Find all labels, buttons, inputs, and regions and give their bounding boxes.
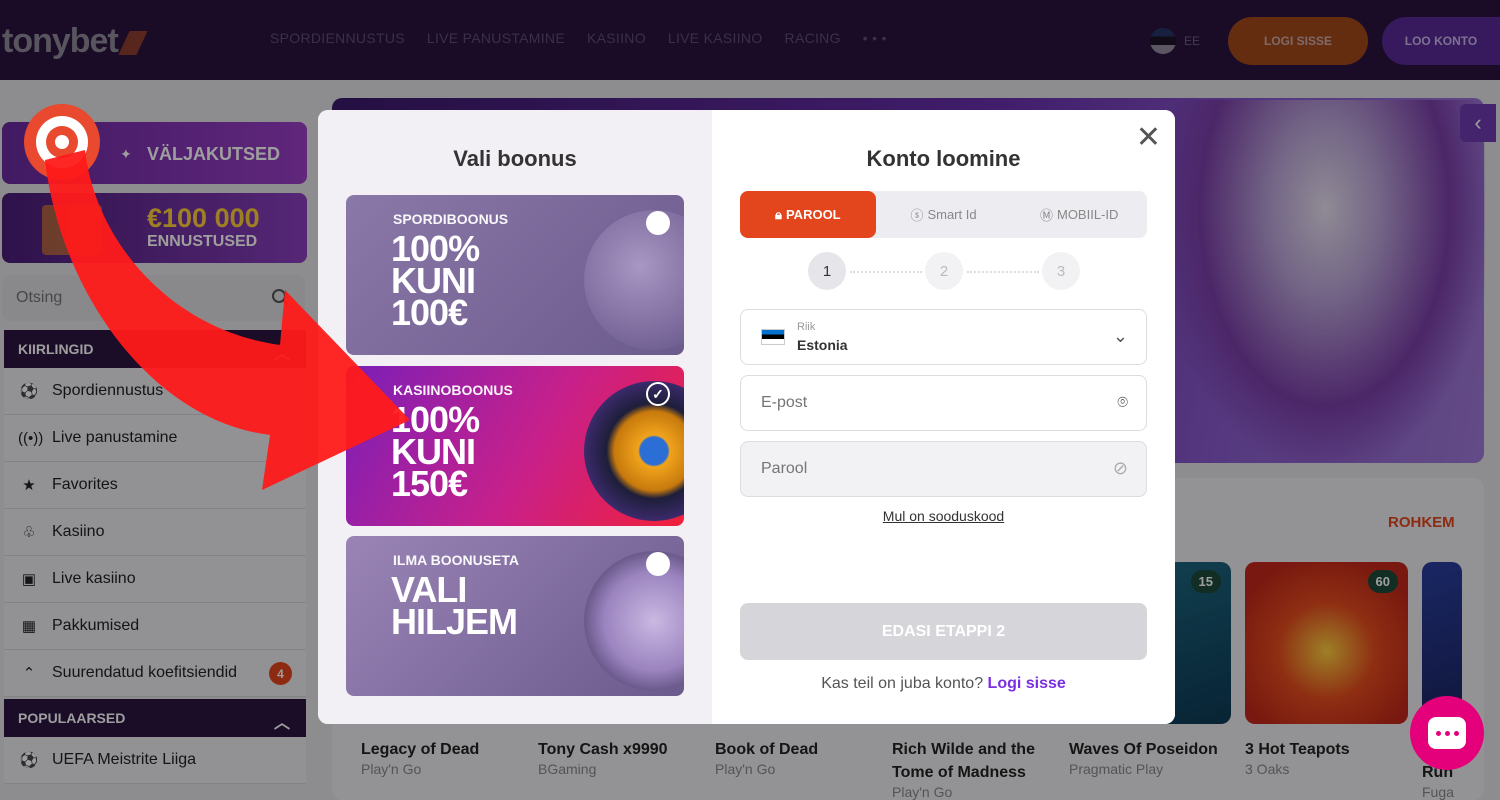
lock-icon: 🔒︎ <box>775 206 782 222</box>
estonia-flag-icon <box>761 329 785 345</box>
eye-off-icon[interactable]: ⊘ <box>1113 458 1128 479</box>
step-2: 2 <box>925 252 963 290</box>
tab-password[interactable]: 🔒︎ PAROOL <box>740 191 876 238</box>
mobile-id-icon: Ⓜ <box>1039 208 1053 223</box>
have-account-text: Kas teil on juba konto? Logi sisse <box>821 675 1066 692</box>
radio-unchecked-icon[interactable] <box>646 552 670 576</box>
country-select[interactable]: Riik Estonia ⌄ <box>740 309 1147 365</box>
step-3: 3 <box>1042 252 1080 290</box>
tab-mobile-id[interactable]: Ⓜ MOBIIL-ID <box>1011 191 1147 238</box>
email-input[interactable] <box>761 394 1081 412</box>
smart-id-icon: ⓢ <box>910 208 924 223</box>
login-link[interactable]: Logi sisse <box>988 675 1066 692</box>
account-form: ✕ Konto loomine 🔒︎ PAROOL ⓢ Smart Id Ⓜ MOBI… <box>712 110 1175 724</box>
radio-unchecked-icon[interactable] <box>646 211 670 235</box>
step-connector <box>967 271 1039 273</box>
step-indicator: 1 2 3 <box>808 252 1080 290</box>
bonus-picker: Vali boonus SPORDIBOONUS 100% KUNI 100€ … <box>318 110 712 724</box>
password-field: ⊘ <box>740 441 1147 497</box>
basketball-icon <box>584 210 684 350</box>
scan-contact-icon[interactable]: ⌾ <box>1117 392 1128 413</box>
cross-icon <box>584 551 684 691</box>
chat-button[interactable] <box>1410 696 1484 770</box>
bonus-card-casino[interactable]: KASIINOBOONUS 100% KUNI 150€ ✓ <box>346 366 684 526</box>
promo-code-link[interactable]: Mul on sooduskood <box>712 508 1175 524</box>
step-connector <box>850 271 922 273</box>
step-1: 1 <box>808 252 846 290</box>
bonus-card-sport[interactable]: SPORDIBOONUS 100% KUNI 100€ <box>346 195 684 355</box>
auth-method-tabs: 🔒︎ PAROOL ⓢ Smart Id Ⓜ MOBIIL-ID <box>740 191 1147 238</box>
password-input[interactable] <box>761 460 1081 478</box>
checkmark-icon[interactable]: ✓ <box>646 382 670 406</box>
tab-smart-id[interactable]: ⓢ Smart Id <box>876 191 1012 238</box>
chevron-down-icon: ⌄ <box>1112 326 1128 346</box>
form-title: Konto loomine <box>866 146 1021 171</box>
chat-icon <box>1428 717 1466 749</box>
roulette-icon <box>584 381 684 521</box>
next-step-button[interactable]: EDASI ETAPPI 2 <box>740 603 1147 660</box>
registration-modal: Vali boonus SPORDIBOONUS 100% KUNI 100€ … <box>318 110 1175 724</box>
bonus-title: Vali boonus <box>453 146 577 171</box>
bonus-card-none[interactable]: ILMA BOONUSETA VALI HILJEM <box>346 536 684 696</box>
email-field: ⌾ <box>740 375 1147 431</box>
